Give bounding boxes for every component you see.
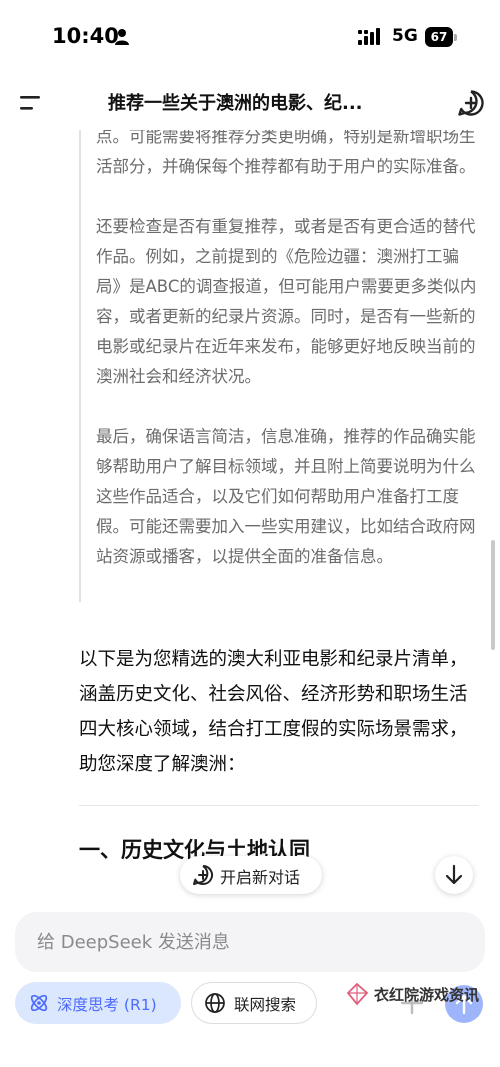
deep-think-label: 深度思考 (R1): [57, 996, 157, 1014]
chat-title: 推荐一些关于澳洲的电影、纪...: [108, 93, 363, 114]
thinking-paragraph: 点。可能需要将推荐分类更明确，特别是新增职场生活部分，并确保每个推荐都有助于用户…: [96, 130, 476, 176]
person-icon: [115, 29, 129, 45]
web-search-label: 联网搜索: [234, 996, 297, 1014]
scroll-down-button[interactable]: [435, 856, 473, 894]
battery-tip: [454, 34, 457, 41]
web-search-button[interactable]: 联网搜索: [191, 982, 317, 1024]
status-bar: 10:40 5G 67: [0, 0, 500, 76]
status-time: 10:40: [52, 24, 119, 48]
network-type: 5G: [392, 26, 418, 46]
chat-content[interactable]: 点。可能需要将推荐分类更明确，特别是新增职场生活部分，并确保每个推荐都有助于用户…: [0, 130, 500, 880]
new-chat-icon[interactable]: [457, 89, 485, 117]
signal-icon: [358, 28, 380, 45]
battery-level: 67: [425, 27, 453, 47]
divider: [79, 805, 479, 806]
atom-icon: [30, 994, 48, 1012]
watermark-text: 衣红院游戏资讯: [374, 986, 480, 1004]
new-chat-icon: [193, 864, 214, 885]
scrollbar[interactable]: [491, 540, 495, 650]
thinking-block: 点。可能需要将推荐分类更明确，特别是新增职场生活部分，并确保每个推荐都有助于用户…: [79, 130, 479, 602]
arrow-down-icon: [445, 864, 463, 885]
thinking-paragraph: 最后，确保语言简洁，信息准确，推荐的作品确实能够帮助用户了解目标领域，并且附上简…: [96, 427, 476, 566]
answer-intro: 以下是为您精选的澳大利亚电影和纪录片清单，涵盖历史文化、社会风俗、经济形势和职场…: [79, 649, 468, 775]
menu-icon[interactable]: [18, 93, 42, 113]
message-input[interactable]: [37, 926, 457, 958]
new-chat-button[interactable]: 开启新对话: [180, 856, 322, 894]
watermark: 衣红院游戏资讯: [344, 982, 500, 1008]
new-chat-label: 开启新对话: [220, 868, 301, 887]
battery-indicator: 67: [425, 27, 457, 47]
thinking-paragraph: 还要检查是否有重复推荐，或者是否有更合适的替代作品。例如，之前提到的《危险边疆：…: [96, 217, 477, 386]
deep-think-button[interactable]: 深度思考 (R1): [15, 982, 181, 1024]
message-input-box[interactable]: [15, 912, 485, 972]
chat-header: 推荐一些关于澳洲的电影、纪...: [0, 76, 500, 130]
kite-icon: [346, 982, 369, 1006]
globe-icon: [205, 993, 225, 1013]
